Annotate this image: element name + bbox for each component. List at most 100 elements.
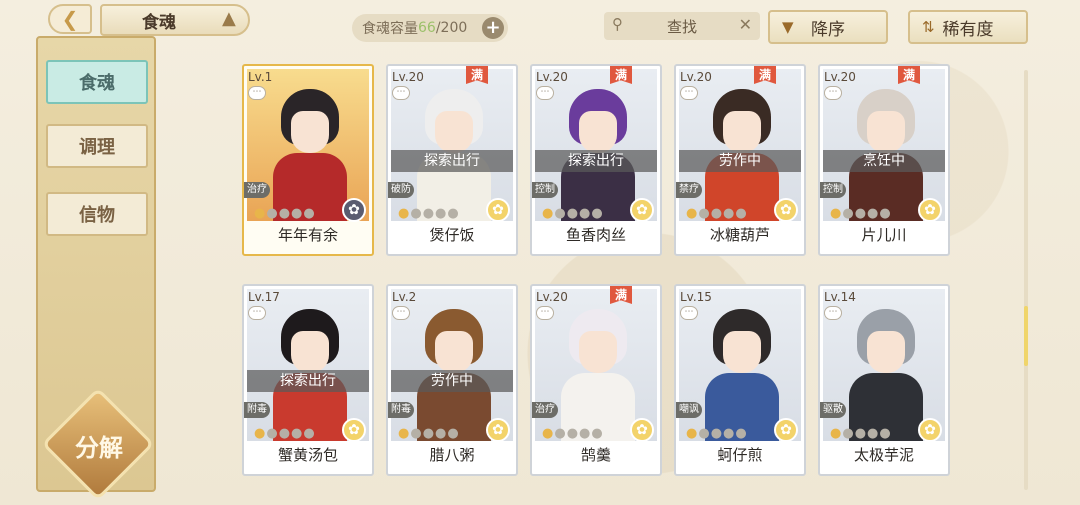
character-name: 年年有余 xyxy=(277,226,338,244)
add-capacity-button[interactable]: + xyxy=(482,17,504,39)
food-soul-card[interactable]: Lv.15 ⋯ 嘲讽 ●●●●● ✿ 蚵仔煎 xyxy=(674,284,806,476)
chat-bubble-icon[interactable]: ⋯ xyxy=(680,86,698,100)
star-icon: ● xyxy=(566,206,580,221)
star-icon: ● xyxy=(554,426,567,441)
capacity-current: 66 xyxy=(418,20,436,36)
element-flower-icon: ✿ xyxy=(918,418,942,442)
chat-bubble-icon[interactable]: ⋯ xyxy=(536,86,554,100)
character-name: 蟹黄汤包 xyxy=(277,446,338,464)
element-flower-icon: ✿ xyxy=(630,198,654,222)
character-face xyxy=(435,111,473,153)
status-banner: 探索出行 xyxy=(535,150,657,172)
role-tag: 治疗 xyxy=(532,402,558,418)
chat-bubble-icon[interactable]: ⋯ xyxy=(392,306,410,320)
level-label: Lv.1 xyxy=(248,70,273,84)
level-label: Lv.17 xyxy=(248,290,280,304)
character-name: 太极芋泥 xyxy=(853,446,914,464)
food-soul-card[interactable]: Lv.20 满 ⋯ 劳作中 禁疗 ●●●●● ✿ 冰糖葫芦 xyxy=(674,64,806,256)
food-soul-card[interactable]: Lv.20 满 ⋯ 探索出行 控制 ●●●●● ✿ 鱼香肉丝 xyxy=(530,64,662,256)
level-label: Lv.15 xyxy=(680,290,712,304)
star-rating: ●●●●● xyxy=(542,426,604,441)
star-icon: ● xyxy=(566,426,580,441)
food-soul-card[interactable]: Lv.20 满 ⋯ 治疗 ●●●●● ✿ 鹄羹 xyxy=(530,284,662,476)
sort-order-icon: ▼ xyxy=(782,18,794,36)
food-soul-card[interactable]: Lv.2 ⋯ 劳作中 附毒 ●●●●● ✿ 腊八粥 xyxy=(386,284,518,476)
star-icon: ● xyxy=(266,206,279,221)
star-icon: ● xyxy=(554,206,567,221)
chat-bubble-icon[interactable]: ⋯ xyxy=(536,306,554,320)
character-name: 鱼香肉丝 xyxy=(565,226,626,244)
status-banner: 探索出行 xyxy=(391,150,513,172)
star-icon: ● xyxy=(879,206,892,221)
food-soul-card[interactable]: Lv.14 ⋯ 驱散 ●●●●● ✿ 太极芋泥 xyxy=(818,284,950,476)
star-icon: ● xyxy=(830,426,843,441)
capacity-indicator: 食魂容量 66/200 + xyxy=(352,14,508,42)
back-button[interactable]: ❮ xyxy=(48,4,92,34)
star-icon: ● xyxy=(867,426,880,441)
level-label: Lv.20 xyxy=(680,70,712,84)
role-tag: 控制 xyxy=(820,182,846,198)
star-icon: ● xyxy=(698,426,711,441)
sidebar-item-tokens[interactable]: 信物 xyxy=(46,192,148,236)
level-label: Lv.20 xyxy=(824,70,856,84)
character-name: 冰糖葫芦 xyxy=(709,226,770,244)
star-icon: ● xyxy=(422,426,436,441)
food-soul-card[interactable]: Lv.20 满 ⋯ 探索出行 破防 ●●●●● ✿ 煲仔饭 xyxy=(386,64,518,256)
star-icon: ● xyxy=(854,426,868,441)
food-soul-card[interactable]: Lv.1 ⋯ 治疗 ●●●●● ✿ 年年有余 xyxy=(242,64,374,256)
role-tag: 禁疗 xyxy=(676,182,702,198)
star-rating: ●●●●● xyxy=(830,206,892,221)
food-soul-card[interactable]: Lv.17 ⋯ 探索出行 附毒 ●●●●● ✿ 蟹黄汤包 xyxy=(242,284,374,476)
capacity-label: 食魂容量 xyxy=(362,21,418,37)
character-name: 煲仔饭 xyxy=(429,226,475,244)
character-face xyxy=(291,331,329,373)
character-face xyxy=(291,111,329,153)
star-icon: ● xyxy=(410,426,423,441)
top-bar: ❮ 食魂 ▲ 食魂容量 66/200 + ⚲ 查找 ✕ ▼ 降序 ⇅ 稀有度 xyxy=(0,0,1080,46)
star-icon: ● xyxy=(447,426,460,441)
scrollbar-track[interactable] xyxy=(1024,70,1028,490)
star-icon: ● xyxy=(879,426,892,441)
chat-bubble-icon[interactable]: ⋯ xyxy=(248,306,266,320)
role-tag: 治疗 xyxy=(244,182,270,198)
home-icon[interactable]: ▲ xyxy=(222,8,236,29)
star-icon: ● xyxy=(735,426,748,441)
star-icon: ● xyxy=(686,426,699,441)
sidebar-item-food-souls[interactable]: 食魂 xyxy=(46,60,148,104)
sort-order-button[interactable]: ▼ 降序 xyxy=(768,10,888,44)
search-box[interactable]: ⚲ 查找 ✕ xyxy=(604,12,760,40)
star-icon: ● xyxy=(266,426,279,441)
star-icon: ● xyxy=(303,426,316,441)
element-flower-icon: ✿ xyxy=(342,198,366,222)
chat-bubble-icon[interactable]: ⋯ xyxy=(248,86,266,100)
star-icon: ● xyxy=(591,426,604,441)
status-banner: 烹饪中 xyxy=(823,150,945,172)
sidebar: 食魂 调理 信物 分解 xyxy=(36,36,156,501)
character-face xyxy=(435,331,473,373)
star-rating: ●●●●● xyxy=(542,206,604,221)
star-icon: ● xyxy=(254,206,267,221)
search-icon: ⚲ xyxy=(612,15,623,33)
star-icon: ● xyxy=(422,206,436,221)
role-tag: 破防 xyxy=(388,182,414,198)
clear-search-icon[interactable]: ✕ xyxy=(739,15,752,34)
level-label: Lv.20 xyxy=(536,70,568,84)
level-label: Lv.20 xyxy=(536,290,568,304)
sort-key-button[interactable]: ⇅ 稀有度 xyxy=(908,10,1028,44)
food-soul-card[interactable]: Lv.20 满 ⋯ 烹饪中 控制 ●●●●● ✿ 片儿川 xyxy=(818,64,950,256)
role-tag: 附毒 xyxy=(388,402,414,418)
chat-bubble-icon[interactable]: ⋯ xyxy=(680,306,698,320)
chat-bubble-icon[interactable]: ⋯ xyxy=(824,86,842,100)
scrollbar-thumb[interactable] xyxy=(1024,306,1028,366)
star-icon: ● xyxy=(410,206,423,221)
chat-bubble-icon[interactable]: ⋯ xyxy=(392,86,410,100)
sidebar-item-conditioning[interactable]: 调理 xyxy=(46,124,148,168)
chat-bubble-icon[interactable]: ⋯ xyxy=(824,306,842,320)
character-face xyxy=(867,331,905,373)
star-icon: ● xyxy=(278,426,292,441)
role-tag: 控制 xyxy=(532,182,558,198)
star-icon: ● xyxy=(854,206,868,221)
element-flower-icon: ✿ xyxy=(486,198,510,222)
star-icon: ● xyxy=(291,426,304,441)
element-flower-icon: ✿ xyxy=(774,418,798,442)
